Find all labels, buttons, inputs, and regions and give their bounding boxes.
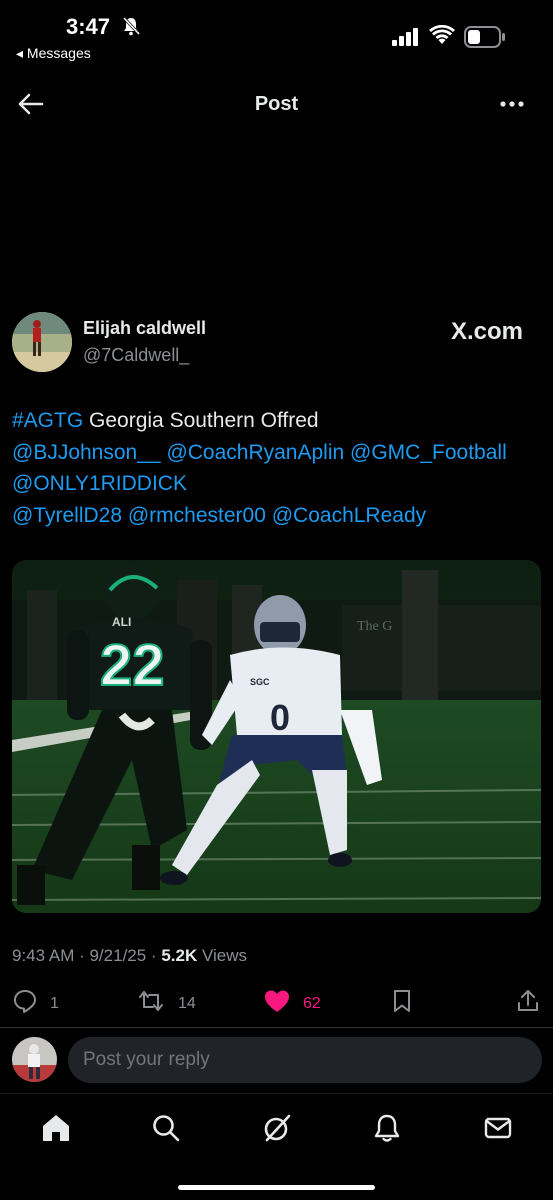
share-icon	[515, 988, 541, 1019]
grok-icon[interactable]	[261, 1112, 293, 1144]
mention-link[interactable]: @GMC_Football	[350, 441, 507, 464]
home-indicator	[178, 1185, 375, 1190]
author-avatar[interactable]	[12, 312, 72, 372]
reply-count: 1	[50, 994, 59, 1012]
hashtag-link[interactable]: #AGTG	[12, 409, 83, 432]
source-xcom-link[interactable]: X.com	[451, 318, 523, 346]
tweet-text-line: @ONLY1RIDDICK	[12, 468, 547, 500]
post-meta: 9:43 AM · 9/21/25 · 5.2K Views	[12, 946, 247, 966]
author-name[interactable]: Elijah caldwell	[83, 318, 206, 339]
like-count: 62	[303, 994, 321, 1012]
left-jersey-name: ALI	[112, 615, 131, 629]
back-to-messages-link[interactable]: ◂ Messages	[16, 45, 91, 62]
tweet-text-line: #AGTG Georgia Southern Offred	[12, 405, 547, 437]
reply-icon	[12, 988, 38, 1019]
search-icon[interactable]	[150, 1112, 182, 1144]
post-header: Post	[0, 76, 553, 132]
divider	[0, 1027, 553, 1028]
home-icon[interactable]	[40, 1112, 72, 1144]
messages-icon[interactable]	[482, 1112, 514, 1144]
bookmark-icon	[390, 988, 414, 1019]
right-jersey-chest: SGC	[250, 677, 270, 687]
mention-link[interactable]: @rmchester00	[128, 504, 266, 527]
mention-link[interactable]: @ONLY1RIDDICK	[12, 472, 187, 495]
views-count: 5.2K	[161, 946, 198, 965]
more-icon[interactable]	[498, 92, 526, 116]
status-bar: 3:47 ◂ Messages	[0, 0, 553, 66]
repost-button[interactable]: 14	[136, 988, 196, 1019]
reply-button[interactable]: 1	[12, 988, 59, 1019]
mention-link[interactable]: @CoachLReady	[272, 504, 426, 527]
notifications-icon[interactable]	[371, 1112, 403, 1144]
share-button[interactable]	[515, 988, 541, 1019]
battery-icon	[464, 26, 506, 53]
mention-link[interactable]: @CoachRyanAplin	[166, 441, 344, 464]
bottom-tab-bar	[0, 1093, 553, 1200]
stadium-banner-text: The G	[357, 619, 392, 634]
views-label: Views	[197, 946, 247, 965]
author-handle[interactable]: @7Caldwell_	[83, 345, 189, 366]
tweet-photo[interactable]: The G ALI 22 SGC 0	[12, 560, 541, 913]
my-avatar[interactable]	[12, 1037, 57, 1082]
mention-link[interactable]: @BJJohnson__	[12, 441, 161, 464]
bookmark-button[interactable]	[390, 988, 414, 1019]
mention-link[interactable]: @TyrellD28	[12, 504, 122, 527]
post-timestamp: 9:43 AM · 9/21/25 ·	[12, 946, 162, 965]
reply-input[interactable]: Post your reply	[68, 1037, 542, 1083]
cellular-signal-icon	[392, 28, 420, 51]
repost-icon	[136, 988, 166, 1019]
wifi-icon	[429, 24, 455, 50]
left-jersey-number: 22	[100, 633, 165, 698]
like-button[interactable]: 62	[263, 988, 321, 1019]
page-title: Post	[254, 93, 299, 115]
status-time: 3:47	[66, 14, 111, 39]
heart-icon	[263, 988, 291, 1019]
right-jersey-number: 0	[270, 697, 290, 738]
tweet-text-segment: Georgia Southern Offred	[83, 409, 319, 432]
tweet-text: #AGTG Georgia Southern Offred @BJJohnson_…	[12, 405, 547, 531]
tweet-text-line: @TyrellD28 @rmchester00 @CoachLReady	[12, 500, 547, 532]
post-actions: 1 14 62	[0, 988, 553, 1018]
silent-bell-icon	[122, 16, 141, 41]
tweet-text-line: @BJJohnson__ @CoachRyanAplin @GMC_Footba…	[12, 437, 547, 469]
repost-count: 14	[178, 994, 196, 1012]
